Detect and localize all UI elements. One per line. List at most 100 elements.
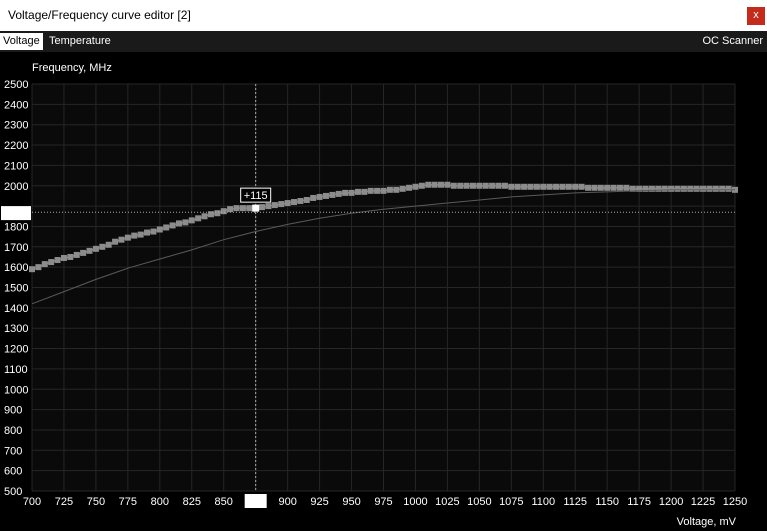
y-tick-label: 900 [4, 405, 22, 417]
curve-point [559, 183, 566, 190]
curve-point [712, 185, 719, 192]
y-tick-label: 800 [4, 425, 22, 437]
x-tick-label: 1200 [659, 496, 683, 508]
curve-point [303, 196, 310, 203]
y-tick-label: 2100 [4, 160, 28, 172]
x-tick-label: 1050 [467, 496, 491, 508]
curve-point [655, 185, 662, 192]
curve-point [380, 187, 387, 194]
curve-point [623, 184, 630, 191]
y-tick-label: 1200 [4, 344, 28, 356]
x-tick-label: 1100 [531, 496, 555, 508]
curve-point [457, 182, 464, 189]
y-tick-label: 1100 [4, 364, 28, 376]
curve-point [246, 205, 253, 212]
curve-point [533, 183, 540, 190]
curve-point [220, 208, 227, 215]
curve-point [233, 205, 240, 212]
x-tick-label: 775 [119, 496, 137, 508]
curve-point [105, 241, 112, 248]
curve-point [86, 247, 93, 254]
y-tick-label: 1600 [4, 262, 28, 274]
y-tick-label: 2000 [4, 181, 28, 193]
curve-point [604, 184, 611, 191]
x-tick-label: 700 [23, 496, 41, 508]
curve-point [35, 264, 42, 271]
curve-point [508, 183, 515, 190]
curve-point [514, 183, 521, 190]
y-tick-label: 500 [4, 486, 22, 498]
y-tick-label: 600 [4, 466, 22, 478]
grid [31, 83, 736, 492]
curve-point [195, 215, 202, 222]
curve-point [706, 185, 713, 192]
curve-point [156, 226, 163, 233]
y-tick-label: 1500 [4, 283, 28, 295]
curve-point [463, 182, 470, 189]
x-tick-label: 1025 [435, 496, 459, 508]
curve-point [259, 204, 266, 211]
x-tick-label: 725 [55, 496, 73, 508]
curve-point [54, 257, 61, 264]
curve-point [329, 191, 336, 198]
curve-point [418, 182, 425, 189]
x-tick-label: 1250 [723, 496, 747, 508]
curve-point [412, 183, 419, 190]
curve-point [169, 222, 176, 229]
curve-point [48, 259, 55, 266]
curve-point [501, 182, 508, 189]
curve-point [118, 236, 125, 243]
curve-point [476, 182, 483, 189]
curve-point [316, 193, 323, 200]
curve-point [578, 183, 585, 190]
curve-point [431, 181, 438, 188]
x-tick-label: 1000 [403, 496, 427, 508]
curve-point [610, 184, 617, 191]
x-tick-label: 1225 [691, 496, 715, 508]
y-tick-label: 1700 [4, 242, 28, 254]
curve-point [693, 185, 700, 192]
vf-curve-chart[interactable]: Frequency, MHz Voltage, mV 700 725 750 775 8… [0, 0, 767, 531]
curve-point [67, 253, 74, 260]
vf-curve-editor-window: Voltage/Frequency curve editor [2] x Vol… [0, 0, 767, 531]
curve-point [227, 206, 234, 213]
x-tick-label: 800 [151, 496, 169, 508]
curve-point [175, 220, 182, 227]
curve-point [668, 185, 675, 192]
x-tick-label: 950 [342, 496, 360, 508]
curve-point [150, 228, 157, 235]
curve-point [291, 199, 298, 206]
curve-point [80, 249, 87, 256]
x-tick-label: 850 [215, 496, 233, 508]
curve-point [265, 203, 272, 210]
curve-point [565, 183, 572, 190]
curve-point [585, 184, 592, 191]
curve-point [489, 182, 496, 189]
curve-point [444, 181, 451, 188]
curve-point [361, 188, 368, 195]
curve-point [406, 184, 413, 191]
curve-point [719, 185, 726, 192]
curve-point [495, 182, 502, 189]
y-tick-label: 1400 [4, 303, 28, 315]
curve-point [348, 189, 355, 196]
x-tick-label: 875 [247, 496, 265, 508]
curve-point [271, 202, 278, 209]
curve-point [342, 189, 349, 196]
curve-point [310, 194, 317, 201]
x-tick-label: 1125 [563, 496, 587, 508]
curve-point [616, 184, 623, 191]
curve-point [163, 224, 170, 231]
curve-point [521, 183, 528, 190]
selected-curve-point [252, 204, 260, 212]
x-tick-label: 925 [310, 496, 328, 508]
x-tick-label: 1175 [627, 496, 651, 508]
curve-point [99, 243, 106, 250]
curve-point [73, 251, 80, 258]
curve-point [687, 185, 694, 192]
curve-point [137, 231, 144, 238]
curve-point [201, 213, 208, 220]
curve-point [239, 205, 246, 212]
curve-point [399, 185, 406, 192]
y-tick-label: 2200 [4, 140, 28, 152]
